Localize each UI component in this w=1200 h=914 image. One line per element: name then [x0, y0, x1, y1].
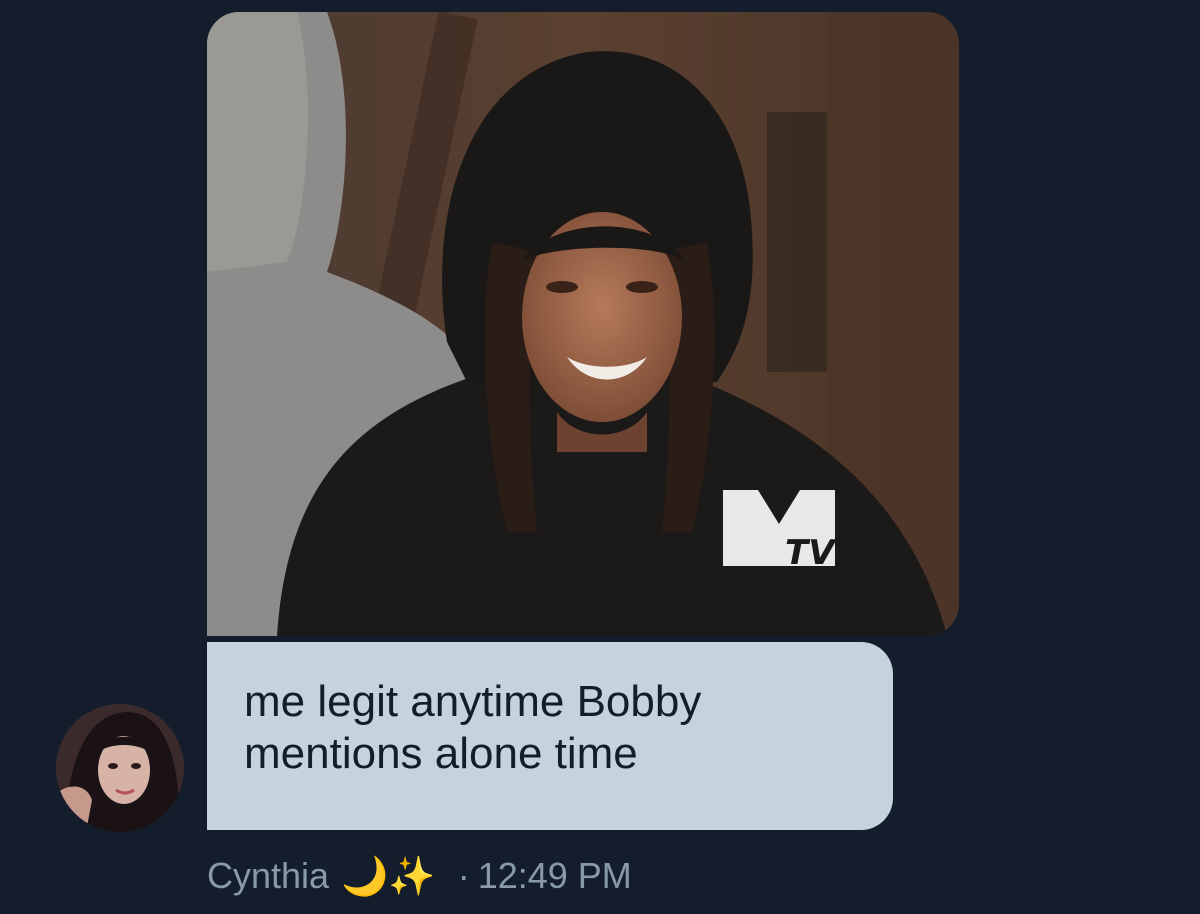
message-meta: Cynthia 🌙✨ · 12:49 PM	[207, 852, 632, 900]
message-text-line-1: me legit anytime Bobby	[244, 677, 702, 726]
gif-image: TV	[207, 12, 959, 636]
message-timestamp: 12:49 PM	[477, 855, 632, 896]
message-bubble[interactable]: me legit anytime Bobby mentions alone ti…	[207, 642, 893, 830]
meta-separator: ·	[457, 855, 470, 896]
sender-emoji: 🌙✨	[341, 853, 436, 898]
svg-text:TV: TV	[785, 533, 837, 573]
sender-name[interactable]: Cynthia	[207, 855, 329, 897]
sender-avatar[interactable]	[56, 704, 184, 832]
message-text-line-2: mentions alone time	[244, 729, 638, 778]
avatar-image	[56, 704, 184, 832]
gif-media[interactable]: TV	[207, 12, 959, 636]
